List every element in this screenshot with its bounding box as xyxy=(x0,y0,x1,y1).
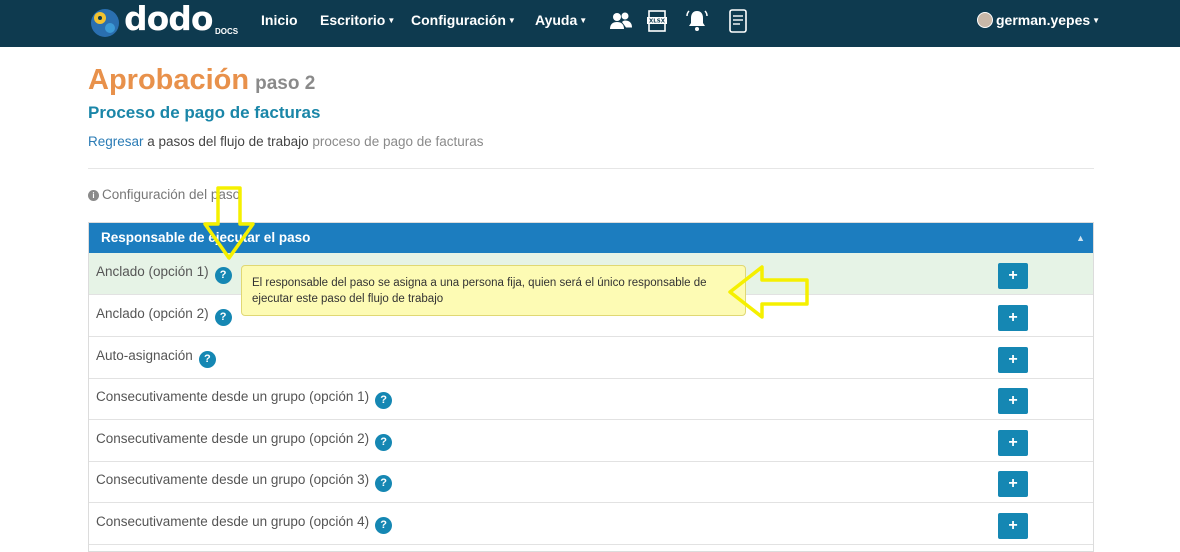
back-link[interactable]: Regresar xyxy=(88,134,144,149)
process-title: Proceso de pago de facturas xyxy=(88,103,321,122)
step-label: paso 2 xyxy=(255,73,316,94)
help-icon[interactable]: ? xyxy=(375,517,393,534)
row-label: Anclado (opción 2)? xyxy=(96,306,232,326)
help-icon[interactable]: ? xyxy=(198,351,216,368)
help-icon[interactable]: ? xyxy=(214,309,232,326)
user-name: german.yepes xyxy=(996,12,1091,28)
svg-text:XLSX: XLSX xyxy=(649,19,666,25)
row-label-text: Auto-asignación xyxy=(96,348,193,363)
page-title: Aprobación paso 2 xyxy=(88,64,315,97)
row-label-text: Consecutivamente desde un grupo (opción … xyxy=(96,431,370,446)
row-label: Consecutivamente desde un grupo (opción … xyxy=(96,514,393,534)
row-label-text: Anclado (opción 2) xyxy=(96,306,209,321)
row-label: Consecutivamente desde un grupo (opción … xyxy=(96,472,393,492)
row-label-text: Consecutivamente desde un grupo (opción … xyxy=(96,472,370,487)
caret-down-icon: ▼ xyxy=(579,16,588,25)
nav-escritorio-label: Escritorio xyxy=(320,12,386,28)
help-tooltip: El responsable del paso se asigna a una … xyxy=(241,265,746,316)
add-button[interactable]: + xyxy=(998,305,1028,331)
logo-bird-icon xyxy=(91,9,119,37)
nav-escritorio[interactable]: Escritorio ▼ xyxy=(320,12,395,28)
list-item: Consecutivamente desde un grupo (opción … xyxy=(89,503,1093,545)
bell-icon[interactable] xyxy=(684,8,710,34)
page-title-text: Aprobación xyxy=(88,64,250,96)
add-button[interactable]: + xyxy=(998,471,1028,497)
row-label-text: Consecutivamente desde un grupo (opción … xyxy=(96,389,370,404)
add-button[interactable]: + xyxy=(998,430,1028,456)
row-label: Consecutivamente desde un grupo (opción … xyxy=(96,389,393,409)
row-label: Anclado (opción 1)? xyxy=(96,264,232,284)
nav-configuracion-label: Configuración xyxy=(411,12,506,28)
nav-ayuda-label: Ayuda xyxy=(535,12,578,28)
nav-configuracion[interactable]: Configuración ▼ xyxy=(411,12,516,28)
nav-inicio[interactable]: Inicio xyxy=(261,12,298,28)
annotation-arrow-left-icon xyxy=(728,265,809,319)
annotation-arrow-down-icon xyxy=(203,186,255,260)
add-button[interactable]: + xyxy=(998,263,1028,289)
user-menu[interactable]: german.yepes ▼ xyxy=(977,12,1100,28)
document-icon[interactable] xyxy=(725,8,751,34)
row-label: Auto-asignación? xyxy=(96,348,216,368)
logo-subtext: DOCS xyxy=(215,27,239,36)
caret-down-icon: ▼ xyxy=(1092,16,1101,25)
list-item: Consecutivamente desde un grupo (opción … xyxy=(89,378,1093,420)
row-label-text: Anclado (opción 1) xyxy=(96,264,209,279)
collapse-icon[interactable]: ▲ xyxy=(1076,233,1085,243)
logo-text: dodo xyxy=(124,0,214,38)
breadcrumb: Regresar a pasos del flujo de trabajo pr… xyxy=(88,134,484,149)
add-button[interactable]: + xyxy=(998,347,1028,373)
divider xyxy=(88,168,1094,169)
row-label: Consecutivamente desde un grupo (opción … xyxy=(96,431,393,451)
nav-ayuda[interactable]: Ayuda ▼ xyxy=(535,12,587,28)
breadcrumb-middle: a pasos del flujo de trabajo xyxy=(143,134,313,149)
add-button[interactable]: + xyxy=(998,388,1028,414)
top-navbar: dodo DOCS Inicio Escritorio ▼ Configuraci… xyxy=(0,0,1180,47)
avatar xyxy=(977,12,993,28)
dodo-logo[interactable]: dodo DOCS xyxy=(88,0,239,43)
help-icon[interactable]: ? xyxy=(375,475,393,492)
help-icon[interactable]: ? xyxy=(214,267,232,284)
users-icon[interactable] xyxy=(608,8,634,34)
caret-down-icon: ▼ xyxy=(507,16,516,25)
list-item: Consecutivamente desde un grupo (opción … xyxy=(89,461,1093,503)
caret-down-icon: ▼ xyxy=(387,16,396,25)
row-label-text: Consecutivamente desde un grupo (opción … xyxy=(96,514,370,529)
xlsx-icon[interactable]: XLSX xyxy=(645,8,671,34)
list-item: Auto-asignación? + xyxy=(89,337,1093,379)
help-icon[interactable]: ? xyxy=(375,434,393,451)
info-icon: i xyxy=(88,190,99,201)
add-button[interactable]: + xyxy=(998,513,1028,539)
breadcrumb-process: proceso de pago de facturas xyxy=(312,134,484,149)
help-icon[interactable]: ? xyxy=(375,392,393,409)
nav-inicio-label: Inicio xyxy=(261,12,298,28)
list-item: Consecutivamente desde un grupo (opción … xyxy=(89,420,1093,462)
